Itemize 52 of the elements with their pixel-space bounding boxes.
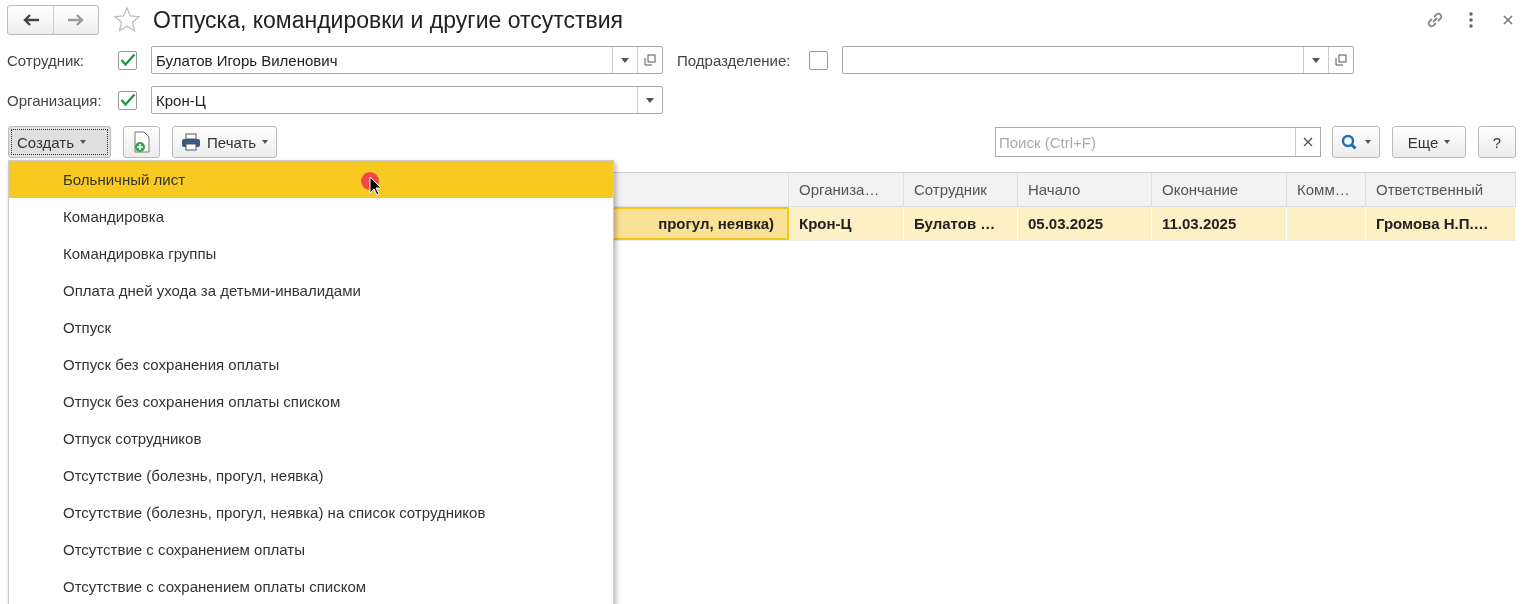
caret-icon <box>80 140 86 144</box>
checkbox[interactable] <box>118 50 137 70</box>
search-field[interactable]: Поиск (Ctrl+F) <box>995 127 1295 157</box>
menu-item[interactable]: Отпуск без сохранения оплаты <box>9 346 613 383</box>
add-document-button[interactable] <box>123 126 160 158</box>
search-button[interactable] <box>1332 126 1380 158</box>
table-cell: 11.03.2025 <box>1162 215 1237 232</box>
table-cell: 05.03.2025 <box>1028 215 1104 232</box>
add-document-icon <box>132 131 151 153</box>
printer-icon <box>181 133 201 151</box>
more-vertical-icon[interactable] <box>1468 12 1474 28</box>
column-header[interactable]: Начало <box>1028 181 1081 198</box>
create-button[interactable]: Создать <box>8 126 111 158</box>
field-label: Подразделение: <box>677 51 792 69</box>
help-button[interactable]: ? <box>1478 126 1516 158</box>
column-header[interactable]: Организа… <box>799 181 880 198</box>
menu-item[interactable]: Отсутствие (болезнь, прогул, неявка) на список сотрудников <box>9 494 613 531</box>
column-header[interactable]: Окончание <box>1162 181 1239 198</box>
checkbox[interactable] <box>809 50 828 70</box>
back-arrow-icon <box>21 13 40 27</box>
menu-item[interactable]: Отпуск <box>9 309 613 346</box>
clear-icon[interactable] <box>1295 127 1321 157</box>
forward-arrow-icon <box>67 13 85 27</box>
select-field[interactable]: Крон-Ц <box>151 86 663 114</box>
menu-item[interactable]: Больничный лист <box>9 161 613 198</box>
menu-item[interactable]: Отпуск сотрудников <box>9 420 613 457</box>
menu-item[interactable]: Оплата дней ухода за детьми-инвалидами <box>9 272 613 309</box>
menu-item[interactable]: Отсутствие с сохранением оплаты <box>9 531 613 568</box>
caret-icon <box>262 140 269 144</box>
select-field[interactable] <box>842 46 1354 74</box>
window-title: Отпуска, командировки и другие отсутствия <box>153 6 624 34</box>
checkbox[interactable] <box>118 90 137 110</box>
menu-item[interactable]: Отпуск без сохранения оплаты списком <box>9 383 613 420</box>
more-button[interactable]: Еще <box>1392 126 1466 158</box>
field-label: Организация: <box>7 91 103 109</box>
search-icon <box>1341 134 1359 150</box>
column-header[interactable]: Ответственный <box>1376 181 1484 198</box>
star-icon[interactable] <box>113 6 141 34</box>
select-field[interactable]: Булатов Игорь Виленович <box>151 46 663 74</box>
table-cell: Громова Н.П.… <box>1376 215 1489 232</box>
table-cell: Булатов … <box>914 215 996 232</box>
table-cell: Крон-Ц <box>799 215 852 232</box>
table-cell: прогул, неявка) <box>658 215 774 232</box>
column-header[interactable]: Сотрудник <box>914 181 987 198</box>
field-label: Сотрудник: <box>7 51 86 69</box>
column-header[interactable]: Комм… <box>1297 181 1350 198</box>
menu-item[interactable]: Отсутствие (болезнь, прогул, неявка) <box>9 457 613 494</box>
print-button[interactable]: Печать <box>172 126 278 158</box>
close-icon[interactable] <box>1502 14 1514 26</box>
menu-item[interactable]: Отсутствие с сохранением оплаты списком <box>9 568 613 604</box>
caret-icon <box>1365 140 1371 144</box>
caret-icon <box>1444 140 1451 144</box>
